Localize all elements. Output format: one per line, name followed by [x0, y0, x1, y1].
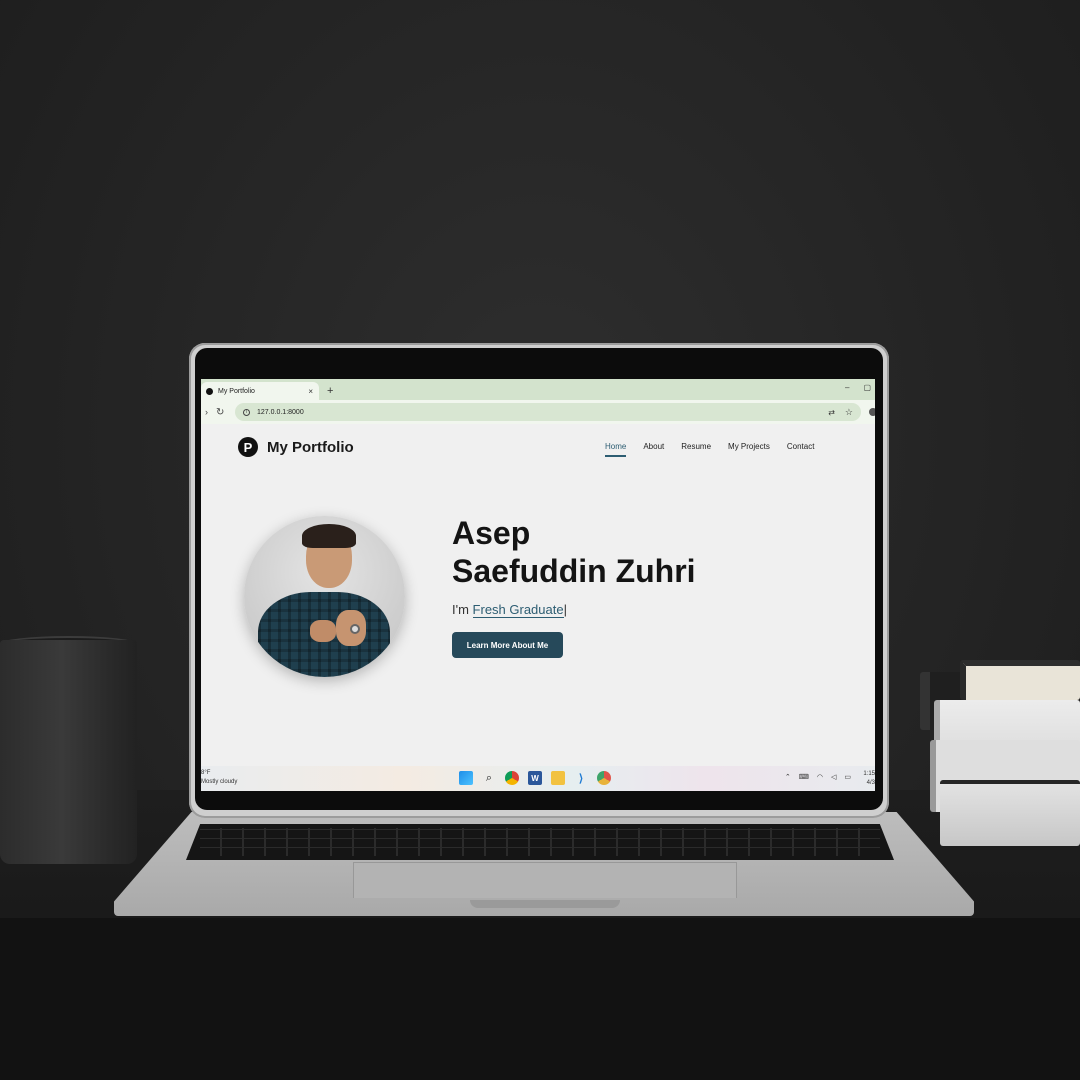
- learn-more-button[interactable]: Learn More About Me: [452, 632, 563, 658]
- restore-button[interactable]: ▢: [863, 383, 871, 392]
- laptop-screen: My Portfolio × + – ▢ › ↻ i 127.0.0.1:800…: [201, 379, 875, 791]
- nav-contact[interactable]: Contact: [787, 442, 815, 451]
- nav-home[interactable]: Home: [605, 442, 627, 457]
- logo-text: My Portfolio: [267, 438, 354, 456]
- new-tab-button[interactable]: +: [327, 385, 333, 397]
- volume-icon[interactable]: ◁: [831, 773, 836, 781]
- weather-temp: 8°F: [201, 770, 211, 776]
- profile-avatar[interactable]: [869, 408, 875, 416]
- logo-p-icon: P: [238, 437, 258, 457]
- coffee-mug: [0, 640, 137, 864]
- chevron-up-icon[interactable]: ⌃: [785, 773, 791, 781]
- taskbar-apps: ⌕ W ⟩: [459, 771, 611, 785]
- address-bar[interactable]: i 127.0.0.1:8000 ⇄ ☆: [235, 403, 861, 421]
- chrome-icon[interactable]: [505, 771, 519, 785]
- chrome-canary-icon[interactable]: [597, 771, 611, 785]
- system-tray: ⌃ ⌨ ◠ ◁ ▭: [785, 773, 851, 781]
- photo-watch: [350, 624, 360, 634]
- site-info-icon[interactable]: i: [243, 408, 250, 416]
- desk-edge: [0, 918, 1080, 1080]
- laptop-lip: [470, 900, 620, 908]
- hero-name-line2: Saefuddin Zuhri: [452, 553, 696, 589]
- battery-icon[interactable]: ▭: [844, 773, 851, 781]
- nav-resume[interactable]: Resume: [681, 442, 711, 451]
- hero-role: I'm Fresh Graduate|: [452, 602, 567, 618]
- book-top: [960, 660, 1080, 700]
- keyboard-icon[interactable]: ⌨: [799, 773, 809, 781]
- photo-hair: [302, 524, 356, 548]
- trackpad: [353, 862, 737, 898]
- portfolio-page: P My Portfolio Home About Resume My Proj…: [201, 424, 875, 766]
- profile-photo: [244, 516, 405, 677]
- clock-time: 1:15: [863, 771, 875, 777]
- hero-name-line1: Asep: [452, 515, 531, 551]
- typing-cursor: |: [563, 602, 567, 617]
- windows-start-icon[interactable]: [459, 771, 473, 785]
- window-controls: – ▢: [845, 383, 871, 392]
- wifi-icon[interactable]: ◠: [817, 773, 823, 781]
- file-explorer-icon[interactable]: [551, 771, 565, 785]
- reload-icon[interactable]: ↻: [216, 407, 224, 418]
- browser-toolbar: › ↻ i 127.0.0.1:8000 ⇄ ☆: [201, 400, 875, 424]
- weather-desc: Mostly cloudy: [201, 779, 238, 785]
- clock-date: 4/3: [866, 780, 875, 786]
- word-icon[interactable]: W: [528, 771, 542, 785]
- site-nav: Home About Resume My Projects Contact: [605, 442, 815, 457]
- bookmark-star-icon[interactable]: ☆: [845, 407, 853, 418]
- book-bottom: [940, 780, 1080, 846]
- tab-close-icon[interactable]: ×: [308, 387, 313, 396]
- role-prefix: I'm: [452, 602, 473, 617]
- translate-icon[interactable]: ⇄: [828, 408, 835, 417]
- site-logo[interactable]: P My Portfolio: [238, 437, 354, 457]
- weather-widget[interactable]: 8°F Mostly cloudy: [201, 769, 237, 787]
- browser-tab-bar: My Portfolio × + – ▢: [201, 379, 875, 400]
- hero-name: Asep Saefuddin Zuhri: [452, 514, 696, 590]
- favicon-icon: [206, 387, 213, 395]
- windows-taskbar: 8°F Mostly cloudy ⌕ W ⟩ ⌃ ⌨ ◠ ◁ ▭ 1:15 4…: [201, 766, 875, 791]
- minimize-button[interactable]: –: [845, 383, 849, 392]
- keyboard-keys: [200, 828, 880, 856]
- tab-title: My Portfolio: [218, 387, 255, 395]
- taskbar-clock[interactable]: 1:15 4/3: [863, 770, 875, 788]
- photo-hand-left: [310, 620, 336, 642]
- nav-my-projects[interactable]: My Projects: [728, 442, 770, 451]
- browser-tab[interactable]: My Portfolio ×: [201, 382, 319, 400]
- search-icon[interactable]: ⌕: [482, 771, 496, 785]
- forward-arrow-icon[interactable]: ›: [205, 407, 208, 417]
- role-typed-text: Fresh Graduate: [472, 602, 564, 618]
- vscode-icon[interactable]: ⟩: [574, 771, 588, 785]
- url-text[interactable]: 127.0.0.1:8000: [257, 409, 304, 416]
- nav-about[interactable]: About: [643, 442, 664, 451]
